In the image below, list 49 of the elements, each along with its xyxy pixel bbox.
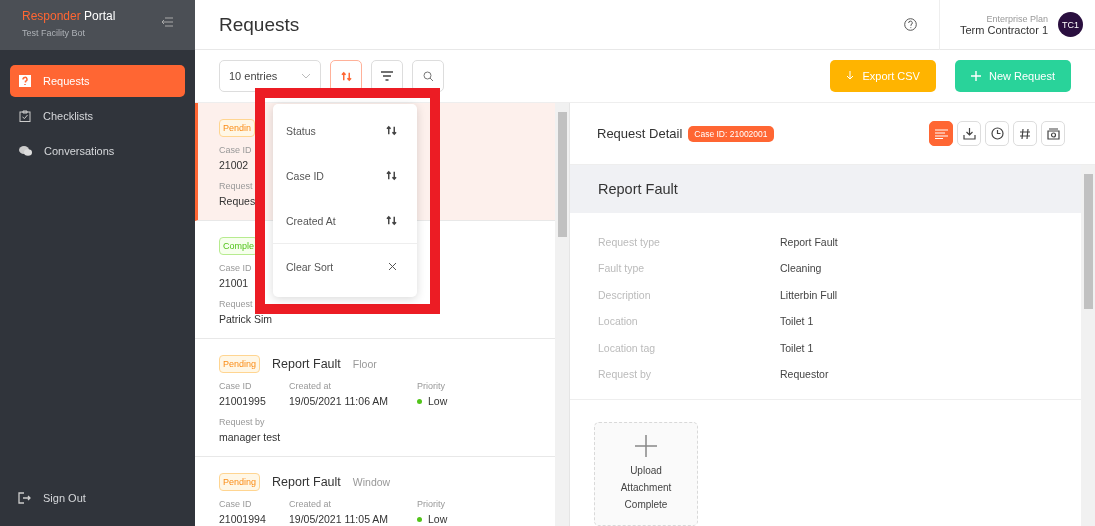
field-label: Request [219, 180, 254, 193]
field-value: Low [428, 512, 448, 526]
detail-value: Cleaning [780, 262, 822, 275]
request-category: Floor [352, 358, 377, 370]
detail-heading: Report Fault [570, 165, 1081, 213]
field-label: Case ID [219, 498, 253, 511]
field-value: 21001994 [219, 512, 266, 526]
plan-label: Enterprise Plan [985, 13, 1048, 24]
field-value: 21001 [219, 276, 249, 291]
detail-value: Litterbin Full [780, 288, 838, 301]
field-value: 21001995 [219, 394, 266, 409]
user-name: Term Contractor 1 [959, 23, 1048, 36]
field-value: 19/05/2021 11:06 AM [289, 394, 389, 409]
field-value: 21002 [219, 158, 249, 173]
field-label: Case ID [219, 380, 253, 393]
brand-subtitle: Test Facility Bot [22, 28, 87, 38]
detail-value: Toilet 1 [780, 315, 814, 328]
field-label: Priority [417, 380, 446, 393]
field-label: Created at [289, 498, 333, 511]
detail-label: Description [598, 288, 652, 301]
field-label: Request [219, 298, 254, 311]
detail-label: Request by [598, 368, 653, 380]
detail-value: Requestor [780, 368, 829, 380]
page-title: Requests [218, 13, 301, 36]
request-title: Report Fault [272, 357, 341, 371]
status-badge: Pendin [219, 119, 256, 137]
status-badge: Comple [219, 237, 258, 255]
field-value: Reques [219, 194, 256, 209]
detail-value: Toilet 1 [780, 341, 814, 354]
request-category: Window [352, 476, 391, 488]
detail-value: Report Fault [780, 236, 838, 249]
status-badge: Pending [219, 473, 261, 491]
detail-label: Location [598, 315, 639, 328]
field-label: Created at [289, 380, 333, 393]
brand-name: Responder Portal [22, 9, 116, 23]
field-value: Low [428, 394, 448, 409]
field-value: manager test [219, 430, 281, 445]
field-label: Case ID [219, 144, 253, 157]
status-badge: Pending [219, 355, 261, 373]
case-id-badge: Case ID: 21002001 [688, 125, 774, 142]
field-value: Patrick Sim [219, 312, 273, 327]
detail-label: Request type [598, 236, 661, 249]
detail-label: Fault type [598, 262, 646, 275]
field-label: Priority [417, 498, 446, 511]
field-label: Request by [219, 416, 266, 429]
detail-label: Location tag [598, 341, 657, 354]
field-value: 19/05/2021 11:05 AM [289, 512, 389, 526]
detail-title: Request Detail [597, 126, 683, 141]
request-title: Report Fault [272, 475, 341, 489]
